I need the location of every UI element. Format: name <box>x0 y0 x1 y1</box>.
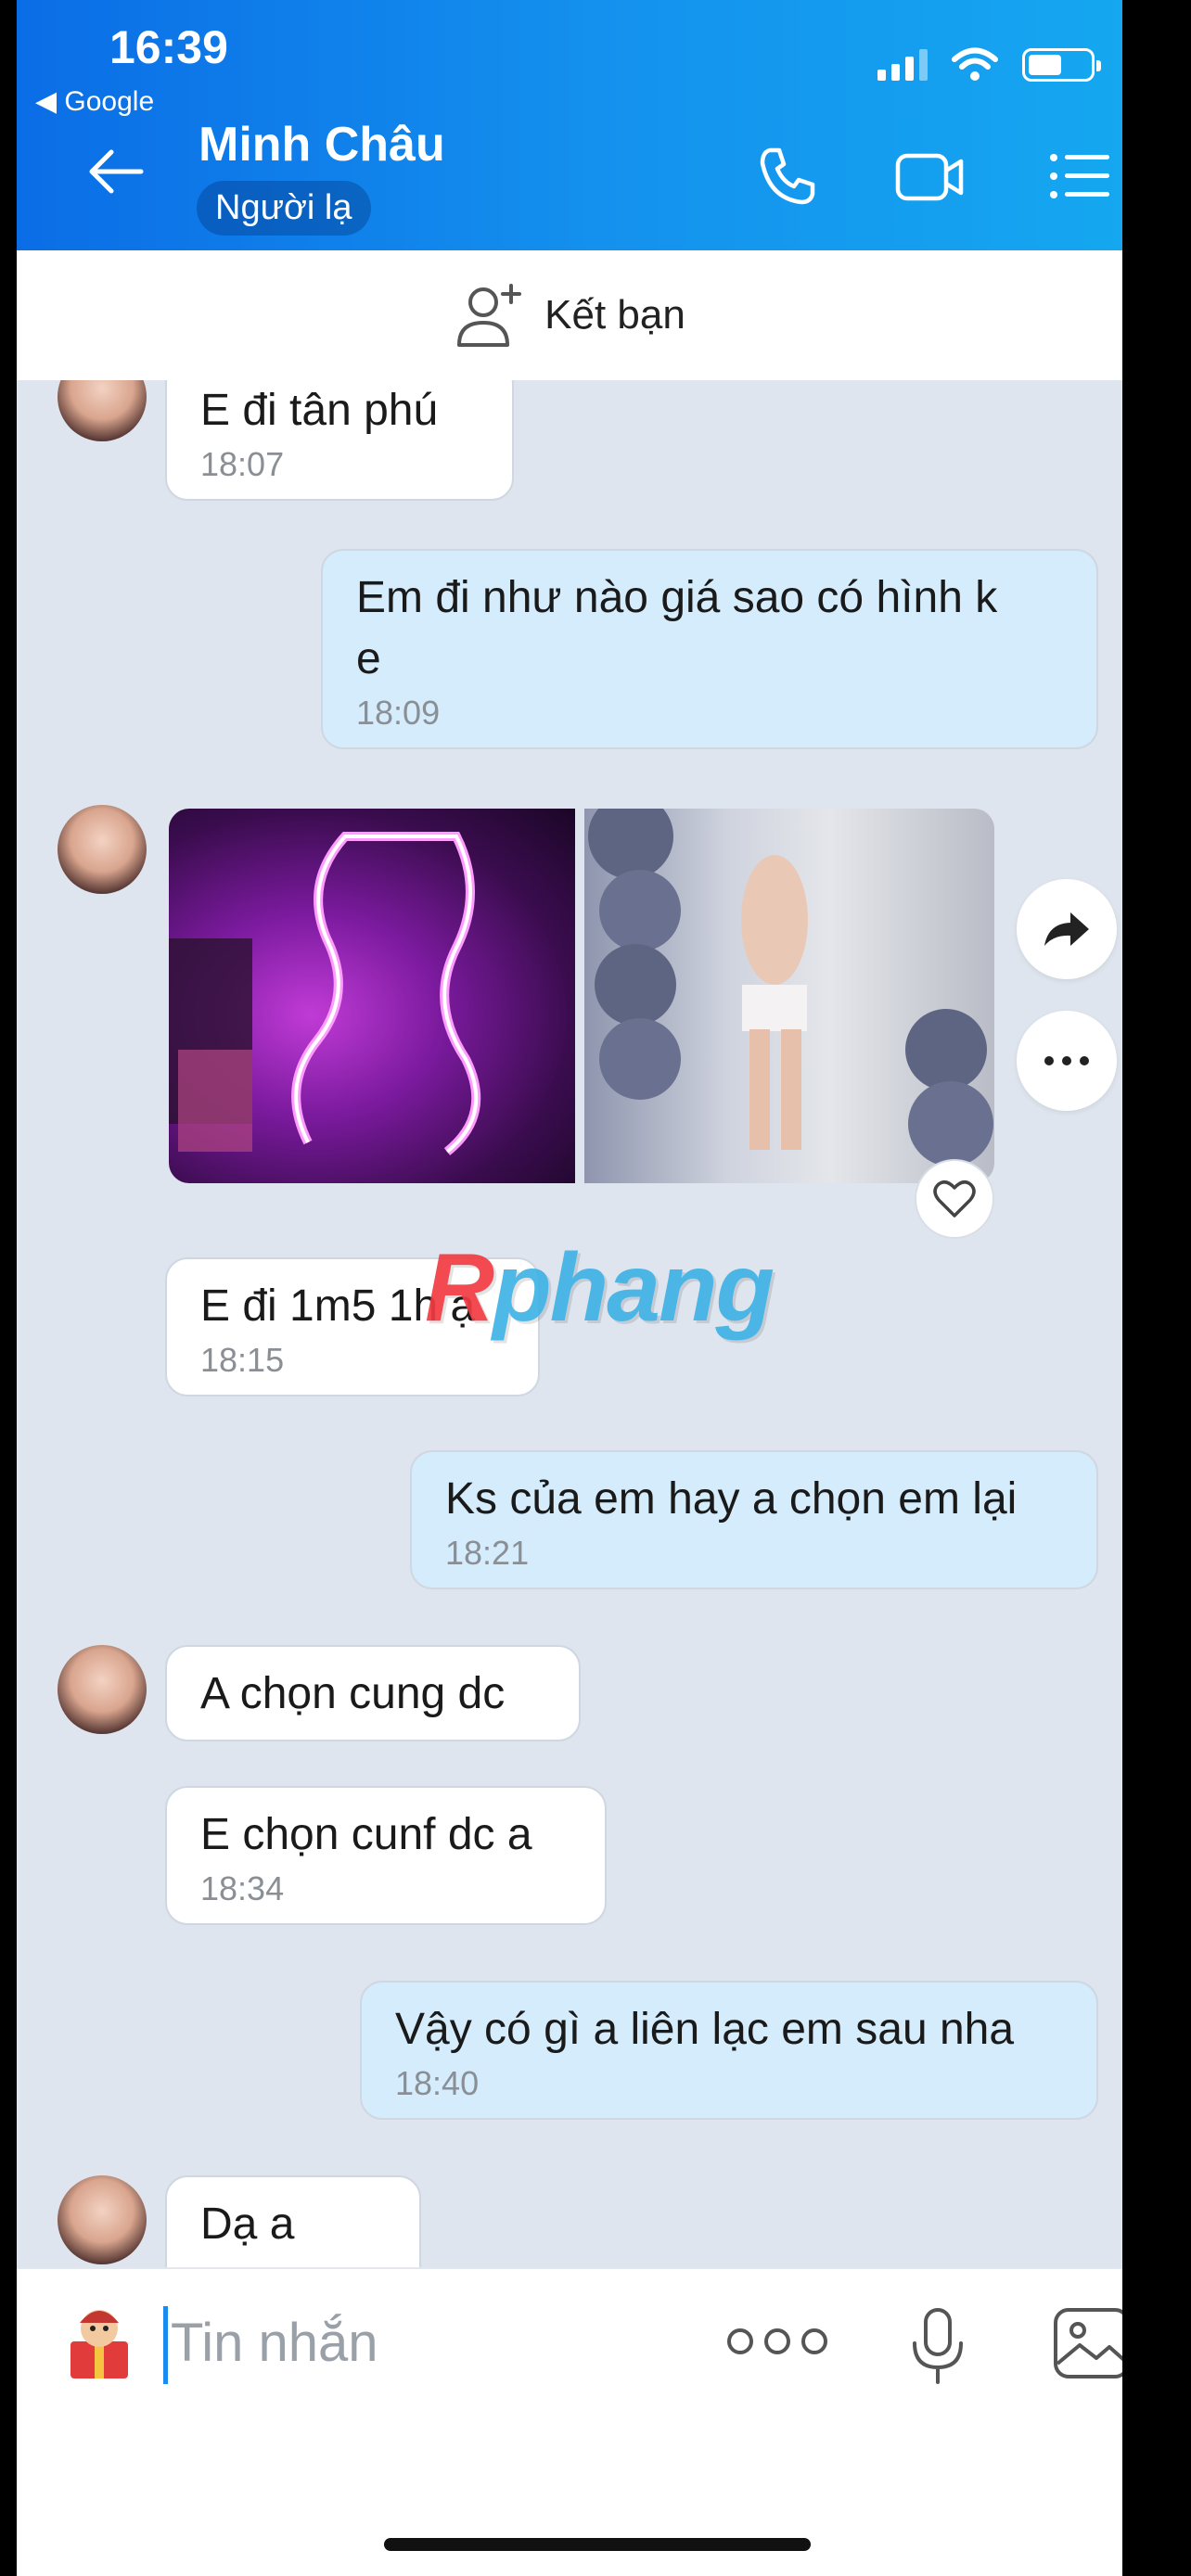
contact-name[interactable]: Minh Châu <box>198 117 445 172</box>
message-time: 18:09 <box>356 694 441 732</box>
more-options-button[interactable] <box>1017 1011 1117 1111</box>
watermark-logo: Rphang <box>425 1234 775 1342</box>
message-time: 18:15 <box>200 1341 285 1379</box>
menu-icon[interactable] <box>1043 139 1117 213</box>
message-time: 18:34 <box>200 1869 285 1907</box>
add-friend-label: Kết bạn <box>544 292 685 338</box>
message-incoming[interactable]: E đi tân phú 18:07 <box>165 380 514 501</box>
status-time: 16:39 <box>109 21 228 73</box>
home-indicator <box>384 2538 811 2551</box>
message-time: 18:07 <box>200 445 285 483</box>
message-text: E đi tân phú <box>200 386 439 435</box>
forward-icon <box>1044 912 1089 946</box>
sticker-icon[interactable] <box>58 2301 141 2384</box>
photo-attachment-1[interactable] <box>169 809 575 1183</box>
avatar[interactable] <box>58 380 147 441</box>
message-text: A chọn cung dc <box>200 1669 506 1718</box>
gallery-icon[interactable] <box>1052 2306 1122 2380</box>
avatar[interactable] <box>58 1645 147 1734</box>
message-outgoing[interactable]: Ks của em hay a chọn em lại 18:21 <box>410 1450 1098 1589</box>
add-friend-bar[interactable]: Kết bạn <box>17 250 1122 380</box>
add-friend-icon <box>457 284 522 347</box>
video-call-icon[interactable] <box>892 139 967 213</box>
battery-icon <box>1022 48 1101 82</box>
message-input[interactable]: Tin nhắn <box>171 2312 378 2374</box>
message-list[interactable]: E đi tân phú 18:07 Em đi như nào giá sao… <box>17 380 1122 2267</box>
wifi-icon <box>952 47 998 81</box>
chat-header: 16:39 ◀ Google Minh Châu Người lạ <box>17 0 1122 250</box>
message-incoming[interactable]: E chọn cunf dc a 18:34 <box>165 1786 607 1925</box>
forward-button[interactable] <box>1017 879 1117 979</box>
back-arrow-icon[interactable] <box>83 139 148 204</box>
photo-attachment-2[interactable] <box>584 809 994 1183</box>
neon-mirror-image <box>169 832 481 1155</box>
stranger-badge: Người lạ <box>197 181 371 236</box>
more-actions-icon[interactable] <box>727 2328 827 2354</box>
message-input-bar: Tin nhắn <box>17 2267 1122 2576</box>
message-incoming[interactable]: Dạ a <box>165 2175 421 2267</box>
message-text: Dạ a <box>200 2200 295 2249</box>
back-to-google-link[interactable]: ◀ Google <box>35 85 154 118</box>
message-text: Vậy có gì a liên lạc em sau nha <box>395 2005 1015 2054</box>
mirror-photo-image <box>588 809 993 1167</box>
message-text: Ks của em hay a chọn em lại <box>445 1474 1018 1524</box>
message-time: 18:40 <box>395 2064 480 2102</box>
more-icon <box>1044 1056 1089 1065</box>
message-outgoing[interactable]: Em đi như nào giá sao có hình k e 18:09 <box>321 549 1098 749</box>
mic-icon[interactable] <box>905 2306 970 2386</box>
text-cursor <box>163 2306 168 2384</box>
avatar[interactable] <box>58 2175 147 2264</box>
message-text: E chọn cunf dc a <box>200 1810 532 1859</box>
signal-icon <box>877 49 928 81</box>
phone-icon[interactable] <box>749 139 824 213</box>
message-text: Em đi như nào giá sao có hình k e <box>356 573 998 683</box>
message-incoming[interactable]: A chọn cung dc <box>165 1645 581 1741</box>
chat-screen: 16:39 ◀ Google Minh Châu Người lạ Kết bạ… <box>17 0 1122 2576</box>
message-time: 18:21 <box>445 1534 530 1572</box>
message-outgoing[interactable]: Vậy có gì a liên lạc em sau nha 18:40 <box>360 1981 1098 2120</box>
status-icons <box>877 46 1101 83</box>
heart-icon <box>933 1180 976 1218</box>
avatar[interactable] <box>58 805 147 894</box>
react-button[interactable] <box>915 1159 994 1239</box>
